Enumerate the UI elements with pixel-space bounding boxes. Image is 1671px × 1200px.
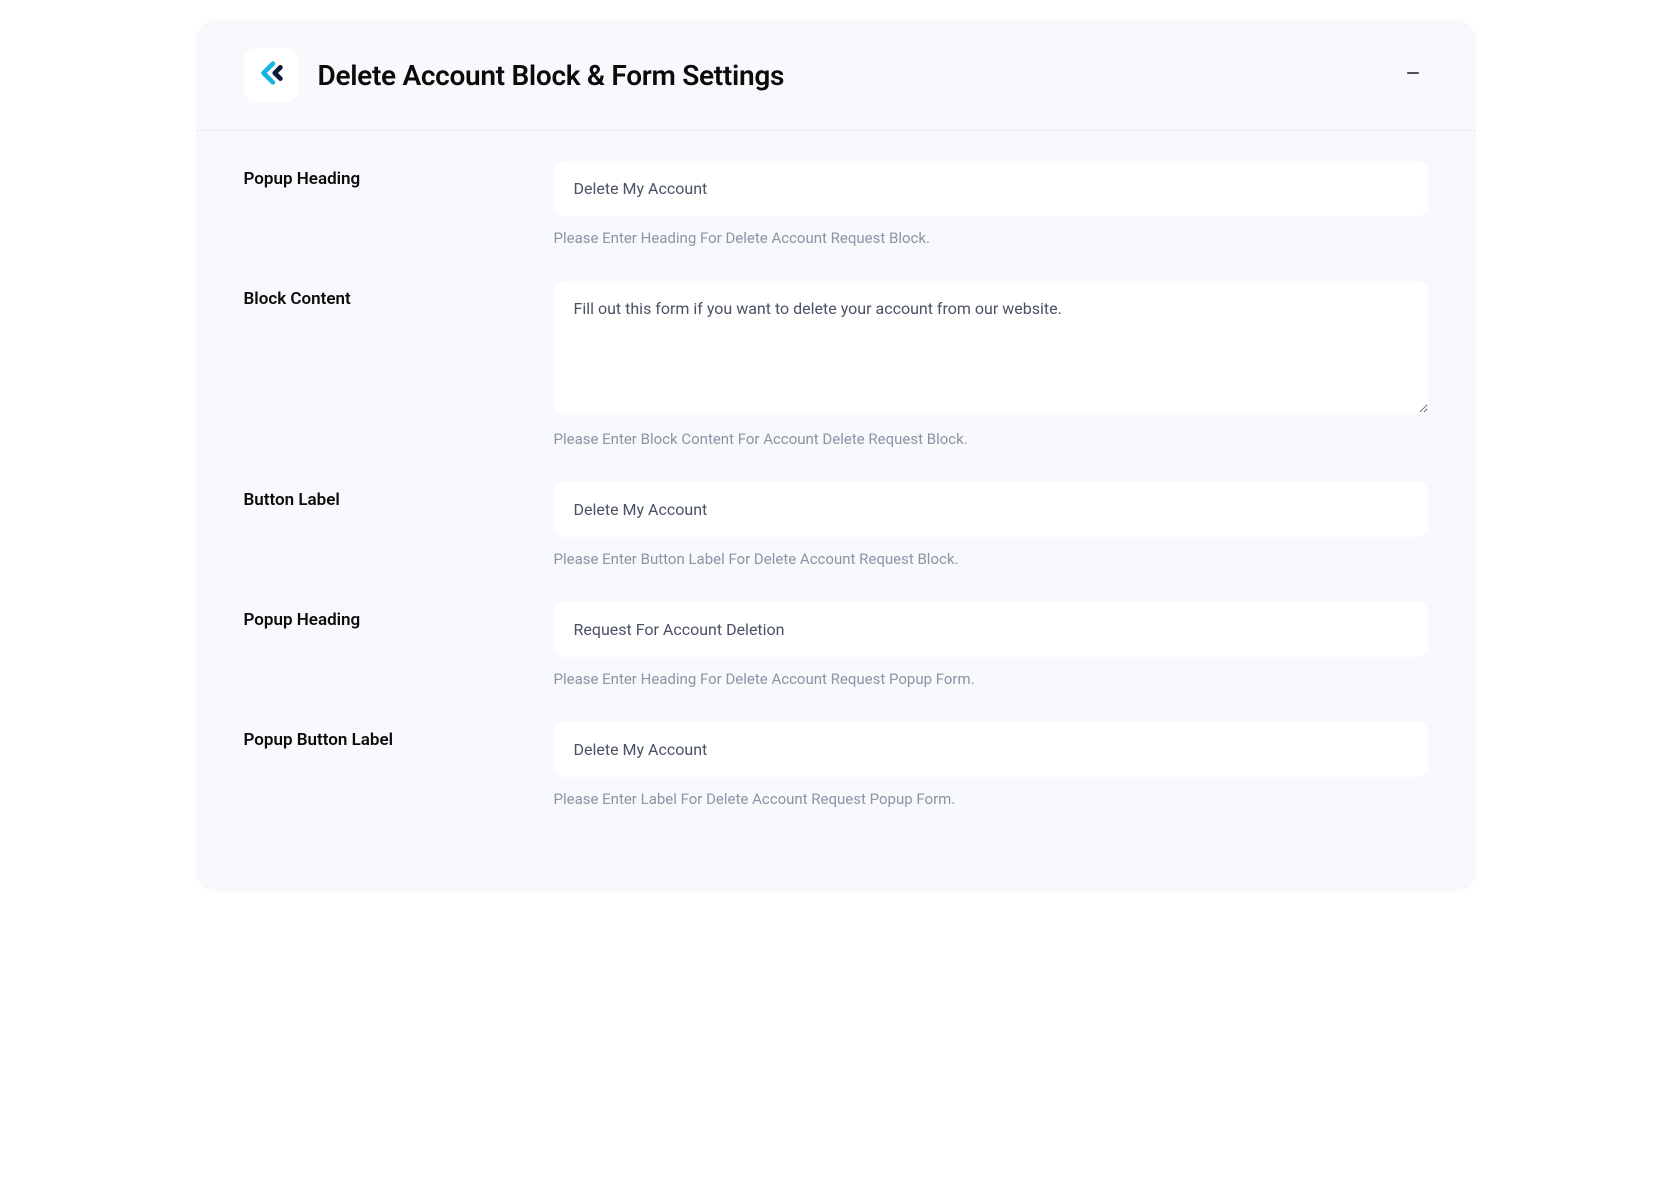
field-col: Please Enter Label For Delete Account Re… — [554, 722, 1428, 810]
button-label-input[interactable] — [554, 482, 1428, 537]
form-row-popup-heading-1: Popup Heading Please Enter Heading For D… — [244, 161, 1428, 249]
popup-button-label-input[interactable] — [554, 722, 1428, 777]
settings-panel: Delete Account Block & Form Settings Pop… — [196, 20, 1476, 892]
popup-heading-2-help: Please Enter Heading For Delete Account … — [554, 669, 1428, 690]
popup-heading-1-label: Popup Heading — [244, 169, 554, 189]
label-col: Button Label — [244, 482, 554, 570]
button-label-help: Please Enter Button Label For Delete Acc… — [554, 549, 1428, 570]
label-col: Popup Heading — [244, 602, 554, 690]
form-row-block-content: Block Content Fill out this form if you … — [244, 281, 1428, 450]
collapse-button[interactable] — [1398, 60, 1428, 90]
form-row-popup-button-label: Popup Button Label Please Enter Label Fo… — [244, 722, 1428, 810]
field-col: Please Enter Button Label For Delete Acc… — [554, 482, 1428, 570]
block-content-textarea[interactable]: Fill out this form if you want to delete… — [554, 281, 1428, 413]
field-col: Please Enter Heading For Delete Account … — [554, 161, 1428, 249]
form-row-popup-heading-2: Popup Heading Please Enter Heading For D… — [244, 602, 1428, 690]
field-col: Fill out this form if you want to delete… — [554, 281, 1428, 450]
popup-heading-1-help: Please Enter Heading For Delete Account … — [554, 228, 1428, 249]
form-row-button-label: Button Label Please Enter Button Label F… — [244, 482, 1428, 570]
label-col: Block Content — [244, 281, 554, 450]
field-col: Please Enter Heading For Delete Account … — [554, 602, 1428, 690]
panel-body: Popup Heading Please Enter Heading For D… — [196, 131, 1476, 810]
button-label-label: Button Label — [244, 490, 554, 510]
popup-heading-2-label: Popup Heading — [244, 610, 554, 630]
panel-icon-box — [244, 48, 298, 102]
panel-header: Delete Account Block & Form Settings — [196, 20, 1476, 131]
popup-button-label-label: Popup Button Label — [244, 730, 554, 750]
brand-icon — [256, 58, 286, 92]
popup-heading-1-input[interactable] — [554, 161, 1428, 216]
popup-button-label-help: Please Enter Label For Delete Account Re… — [554, 789, 1428, 810]
label-col: Popup Heading — [244, 161, 554, 249]
popup-heading-2-input[interactable] — [554, 602, 1428, 657]
block-content-help: Please Enter Block Content For Account D… — [554, 429, 1428, 450]
block-content-label: Block Content — [244, 289, 554, 309]
panel-title: Delete Account Block & Form Settings — [318, 59, 1398, 92]
label-col: Popup Button Label — [244, 722, 554, 810]
minus-icon — [1404, 64, 1422, 86]
